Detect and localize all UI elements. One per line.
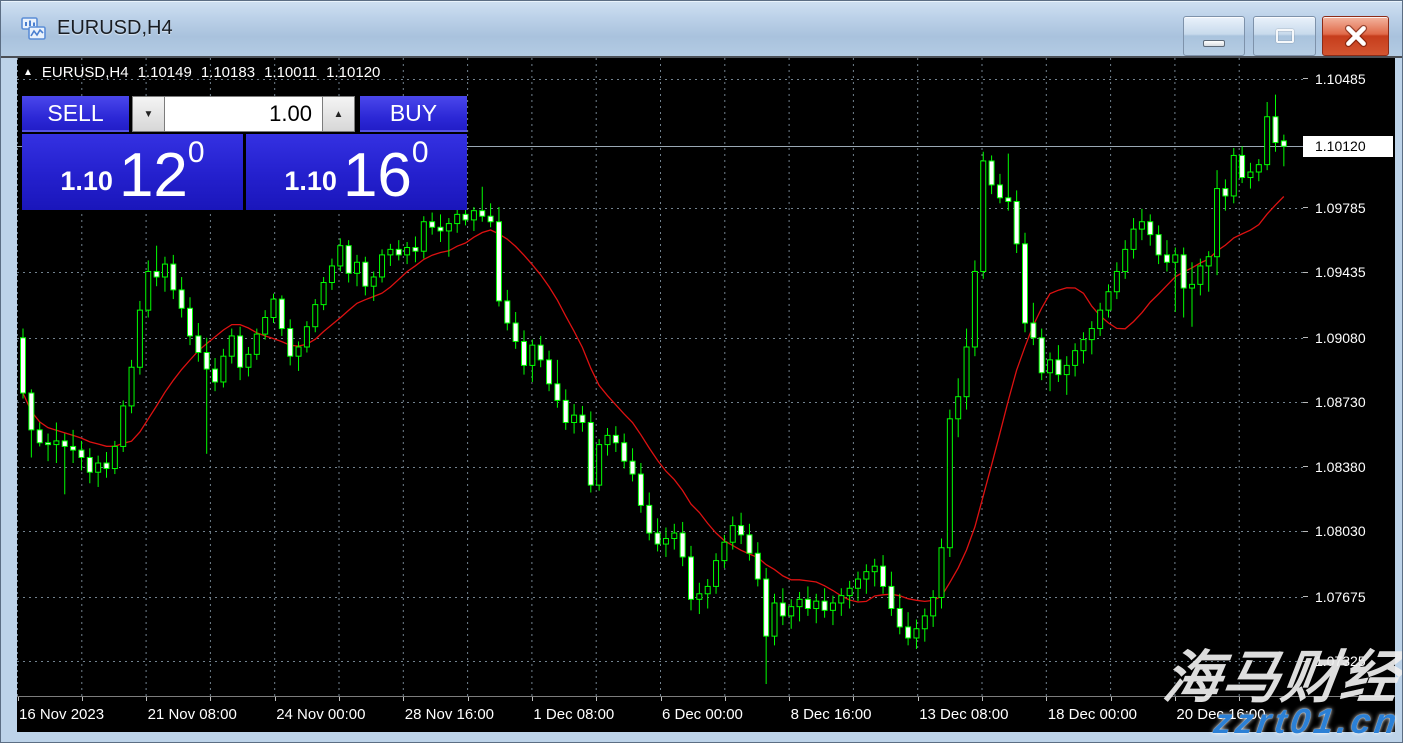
time-axis-tick [918,697,919,701]
time-axis-label: 1 Dec 08:00 [533,706,614,723]
time-axis-tick [210,697,211,701]
time-axis-label: 6 Dec 00:00 [662,706,743,723]
price-axis-label: 1.07675 [1315,589,1366,605]
ohlc-low: 1.10011 [264,64,317,81]
time-axis-tick [18,697,19,701]
time-axis-label: 13 Dec 08:00 [919,706,1008,723]
window-title: EURUSD,H4 [57,1,173,56]
price-axis[interactable]: 1.10485 1.09785 1.09435 1.09080 1.08730 1.083… [1303,58,1395,696]
sell-price-sup: 0 [188,136,205,170]
one-click-trading-panel: SELL ▼ ▲ BUY 1.10 12 0 [22,96,467,210]
chart-plot-area[interactable]: ▲ EURUSD,H4 1.10149 1.10183 1.10011 1.10… [17,58,1303,696]
time-axis-label: 21 Nov 08:00 [148,706,237,723]
caret-down-icon: ▼ [144,109,154,120]
price-axis-label: 1.08380 [1315,459,1366,475]
collapse-panel-arrow-icon[interactable]: ▲ [23,67,33,78]
price-axis-tick [1303,661,1308,662]
price-axis-label: 1.10485 [1315,71,1366,87]
price-axis-tick [1303,531,1308,532]
sell-button[interactable]: SELL [22,96,129,132]
price-axis-label: 1.07325 [1315,653,1366,669]
current-price-tag: 1.10120 [1303,136,1393,157]
close-button[interactable] [1322,16,1389,56]
time-axis-label: 24 Nov 00:00 [276,706,365,723]
time-axis-tick [982,697,983,701]
time-axis-tick [468,697,469,701]
volume-increase-button[interactable]: ▲ [322,96,355,132]
time-axis-tick [1239,697,1240,701]
chart-window-icon [21,17,47,41]
chart-client-area: ▲ EURUSD,H4 1.10149 1.10183 1.10011 1.10… [17,58,1395,732]
time-axis-tick [789,697,790,701]
time-axis-tick [339,697,340,701]
time-axis-label: 28 Nov 16:00 [405,706,494,723]
buy-quote-panel[interactable]: 1.10 16 0 [246,134,467,210]
time-axis-tick [275,697,276,701]
buy-button[interactable]: BUY [360,96,467,132]
moving-average [23,197,1284,603]
buy-price-base: 1.10 [284,166,337,197]
sell-price-base: 1.10 [60,166,113,197]
price-axis-label: 1.08730 [1315,394,1366,410]
time-axis[interactable]: 16 Nov 2023 21 Nov 08:00 24 Nov 00:00 28 No… [17,696,1395,732]
minimize-icon [1203,40,1225,47]
price-axis-tick [1303,78,1308,79]
time-axis-tick [725,697,726,701]
ohlc-symbol: EURUSD,H4 [42,64,129,81]
price-axis-label: 1.09785 [1315,200,1366,216]
caret-up-icon: ▲ [334,109,344,120]
price-axis-tick [1303,272,1308,273]
ohlc-open: 1.10149 [138,64,192,81]
price-axis-label: 1.08030 [1315,523,1366,539]
time-axis-tick [1046,697,1047,701]
time-axis-tick [661,697,662,701]
sell-price-big: 12 [119,148,188,204]
price-axis-label: 1.09435 [1315,264,1366,280]
time-axis-tick [1111,697,1112,701]
chart-window: EURUSD,H4 ▲ EURUSD,H4 1.10149 1.10183 1.… [0,0,1403,743]
time-axis-tick [403,697,404,701]
buy-price-big: 16 [343,148,412,204]
ohlc-close: 1.10120 [326,64,380,81]
volume-input[interactable] [165,96,322,132]
time-axis-tick [853,697,854,701]
close-icon [1343,23,1369,49]
price-axis-tick [1303,466,1308,467]
maximize-button[interactable] [1253,16,1316,56]
price-axis-tick [1303,596,1308,597]
volume-decrease-button[interactable]: ▼ [132,96,165,132]
time-axis-label: 20 Dec 16:00 [1176,706,1265,723]
price-axis-tick [1303,402,1308,403]
panel-gap [355,96,358,132]
titlebar[interactable]: EURUSD,H4 [1,1,1402,56]
buy-price-sup: 0 [412,136,429,170]
ohlc-high: 1.10183 [201,64,255,81]
price-axis-tick [1303,337,1308,338]
time-axis-tick [1175,697,1176,701]
maximize-icon [1276,29,1294,43]
time-axis-label: 18 Dec 00:00 [1048,706,1137,723]
minimize-button[interactable] [1183,16,1245,56]
time-axis-tick [532,697,533,701]
time-axis-label: 16 Nov 2023 [19,706,104,723]
price-axis-label: 1.09080 [1315,330,1366,346]
price-axis-tick [1303,207,1308,208]
ohlc-header: ▲ EURUSD,H4 1.10149 1.10183 1.10011 1.10… [23,64,380,81]
sell-quote-panel[interactable]: 1.10 12 0 [22,134,243,210]
time-axis-tick [596,697,597,701]
time-axis-tick [82,697,83,701]
time-axis-tick [146,697,147,701]
time-axis-label: 8 Dec 16:00 [791,706,872,723]
